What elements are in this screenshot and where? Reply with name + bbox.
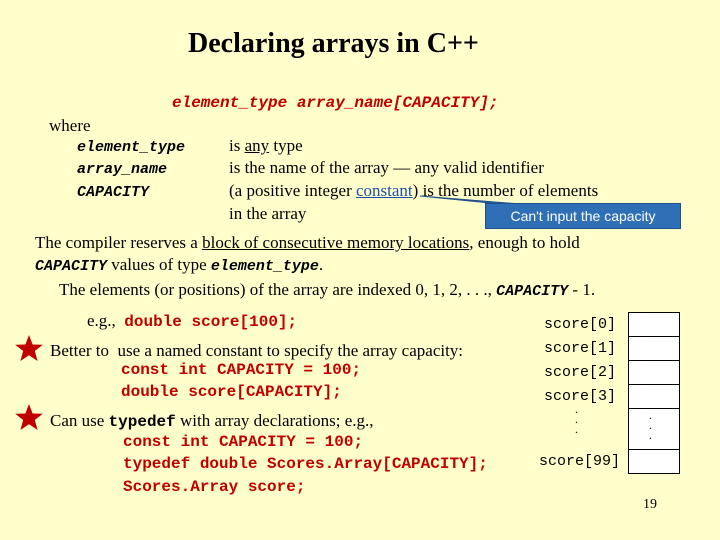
term-array-name: array_name [77, 161, 168, 178]
tip2-code-1: const int CAPACITY = 100; [123, 433, 364, 451]
array-label: score[2] [543, 364, 616, 381]
example-line: e.g., double score[100]; [87, 311, 298, 331]
cell-dots: ... [649, 408, 652, 442]
tip-named-constant: Better to use a named constant to specif… [50, 341, 464, 360]
syntax-line: element_type array_name[CAPACITY]; [172, 94, 499, 112]
definition-capacity-cont: in the array [229, 204, 307, 223]
array-cell [628, 360, 680, 385]
array-label: score[0] [543, 316, 616, 333]
reserve-line-2: CAPACITY values of type element_type. [35, 255, 324, 275]
tip1-code-2: double score[CAPACITY]; [121, 383, 342, 401]
slide-title: Declaring arrays in C++ [188, 28, 479, 59]
label-dots: ... [575, 402, 578, 436]
star-icon [15, 335, 43, 361]
term-capacity: CAPACITY [77, 184, 150, 201]
term-element-type: element_type [77, 139, 186, 156]
array-cell [628, 384, 680, 409]
indexed-line: The elements (or positions) of the array… [59, 280, 596, 300]
tip2-code-2: typedef double Scores.Array[CAPACITY]; [123, 455, 488, 473]
array-cell-gap [628, 408, 680, 450]
array-label: score[3] [543, 388, 616, 405]
constant-link[interactable]: constant [356, 181, 413, 200]
array-cell [628, 449, 680, 474]
reserve-line-1: The compiler reserves a block of consecu… [35, 233, 580, 252]
array-label: score[1] [543, 340, 616, 357]
tip1-code-1: const int CAPACITY = 100; [121, 361, 362, 379]
page-number: 19 [643, 497, 657, 512]
definition-array-name: is the name of the array — any valid ide… [229, 158, 544, 177]
array-cell [628, 312, 680, 337]
tip2-code-3: Scores.Array score; [123, 478, 306, 496]
star-icon [15, 404, 43, 430]
definition-capacity: (a positive integer constant) is the num… [229, 181, 599, 200]
array-cell [628, 336, 680, 361]
callout-box: Can't input the capacity [485, 203, 681, 229]
array-label: score[99] [538, 453, 620, 470]
where-label: where [49, 116, 91, 135]
tip-typedef: Can use typedef with array declarations;… [50, 411, 374, 431]
definition-element-type: is any type [229, 136, 303, 155]
